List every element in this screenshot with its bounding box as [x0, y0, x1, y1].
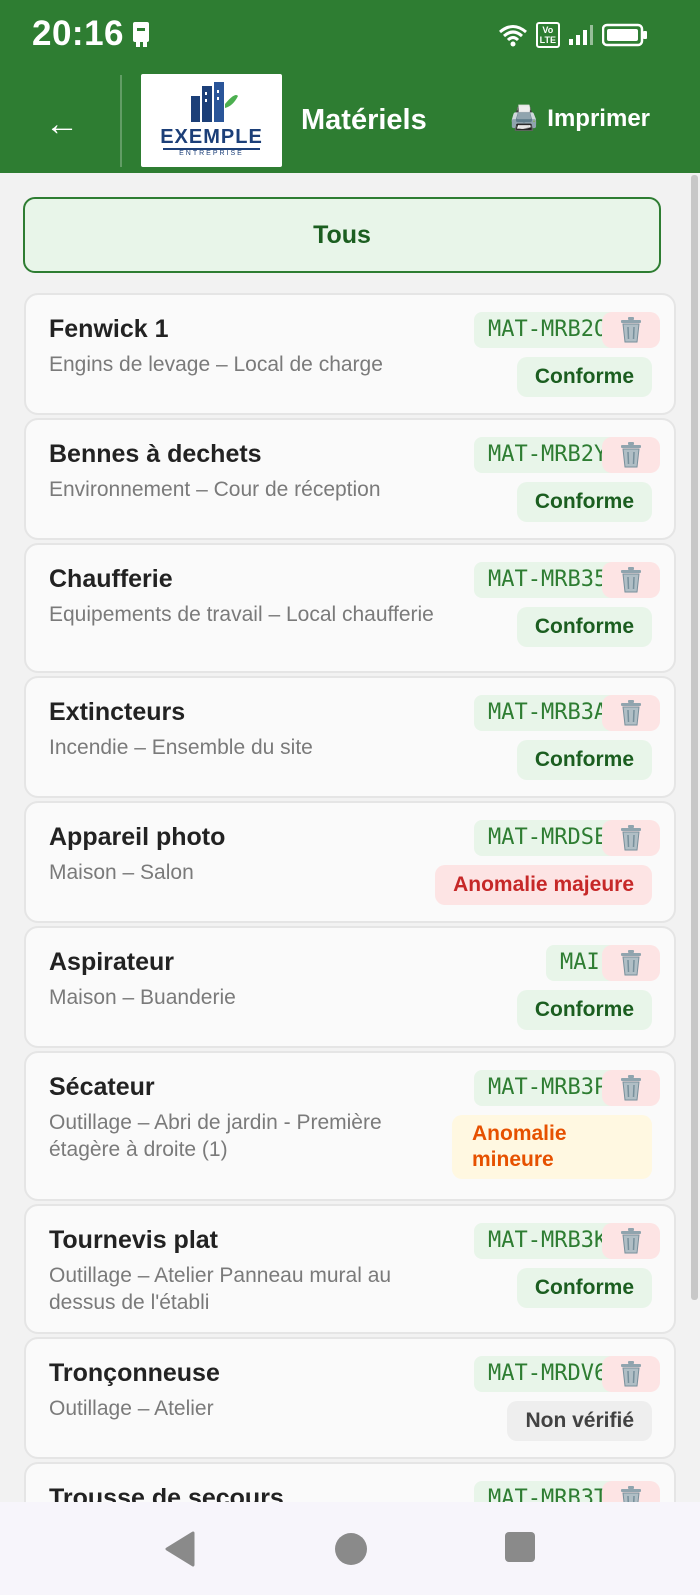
- equipment-category-location: Maison – Salon: [49, 861, 194, 884]
- equipment-card[interactable]: Extincteurs Incendie – Ensemble du site MA…: [24, 676, 676, 798]
- battery-icon: [602, 23, 647, 47]
- delete-button[interactable]: [602, 945, 660, 981]
- app-bar: 20:16 Vo LTE ← EXEMPLE ENTREPRISE Matéri…: [0, 0, 700, 173]
- status-bar: 20:16 Vo LTE: [0, 0, 700, 72]
- delete-button[interactable]: [602, 820, 660, 856]
- equipment-card[interactable]: Fenwick 1 Engins de levage – Local de cha…: [24, 293, 676, 415]
- print-button[interactable]: 🖨️ Imprimer: [509, 104, 650, 133]
- volte-icon: Vo LTE: [535, 22, 560, 48]
- scrollbar[interactable]: [691, 175, 698, 1300]
- signal-icon: [569, 25, 593, 45]
- trash-icon: [621, 1075, 641, 1101]
- delete-button[interactable]: [602, 695, 660, 731]
- equipment-name: Extincteurs: [49, 698, 186, 726]
- notification-icon: [133, 22, 149, 47]
- delete-button[interactable]: [602, 312, 660, 348]
- equipment-name: Appareil photo: [49, 823, 226, 851]
- status-badge: Anomalie majeure: [435, 865, 652, 905]
- print-label: Imprimer: [547, 104, 650, 132]
- delete-button[interactable]: [602, 1356, 660, 1392]
- status-badge: Conforme: [516, 740, 652, 780]
- equipment-category-location: Engins de levage – Local de charge: [49, 353, 383, 376]
- header-divider: [120, 75, 122, 167]
- printer-icon: 🖨️: [509, 105, 540, 132]
- delete-button[interactable]: [602, 1070, 660, 1106]
- status-badge: Conforme: [516, 482, 652, 522]
- nav-recents-icon[interactable]: [504, 1531, 536, 1565]
- trash-icon: [621, 1228, 641, 1254]
- system-icons: Vo LTE: [498, 20, 648, 50]
- logo-subtitle: ENTREPRISE: [179, 150, 244, 157]
- equipment-name: Tronçonneuse: [49, 1359, 220, 1387]
- status-badge: Non vérifié: [507, 1401, 652, 1441]
- status-badge: Anomalie mineure: [452, 1115, 652, 1179]
- equipment-card[interactable]: Chaufferie Equipements de travail – Local…: [24, 543, 676, 673]
- nav-back-icon[interactable]: [163, 1531, 197, 1567]
- page-title: Matériels: [301, 104, 427, 136]
- equipment-name: Sécateur: [49, 1073, 155, 1101]
- equipment-card[interactable]: Bennes à dechets Environnement – Cour de …: [24, 418, 676, 540]
- trash-icon: [621, 567, 641, 593]
- nav-home-icon[interactable]: [333, 1531, 369, 1567]
- equipment-category-location: Outillage – Atelier Panneau mural au des…: [49, 1264, 392, 1314]
- back-button[interactable]: ←: [40, 104, 84, 148]
- company-logo: EXEMPLE ENTREPRISE: [141, 74, 282, 167]
- trash-icon: [621, 825, 641, 851]
- equipment-name: Fenwick 1: [49, 315, 169, 343]
- equipment-name: Aspirateur: [49, 948, 175, 976]
- status-time: 20:16: [32, 14, 125, 53]
- delete-button[interactable]: [602, 437, 660, 473]
- equipment-category-location: Maison – Buanderie: [49, 986, 236, 1009]
- status-badge: Conforme: [516, 357, 652, 397]
- equipment-name: Tournevis plat: [49, 1226, 219, 1254]
- filter-all-button[interactable]: Tous: [23, 197, 661, 273]
- buildings-logo-icon: [191, 82, 238, 122]
- equipment-category-location: Outillage – Atelier: [49, 1397, 214, 1420]
- system-nav-bar: [0, 1502, 700, 1595]
- equipment-card[interactable]: Tournevis plat Outillage – Atelier Pannea…: [24, 1204, 676, 1334]
- trash-icon: [621, 950, 641, 976]
- equipment-category-location: Incendie – Ensemble du site: [49, 736, 313, 759]
- equipment-category-location: Environnement – Cour de réception: [49, 478, 381, 501]
- delete-button[interactable]: [602, 1223, 660, 1259]
- equipment-name: Bennes à dechets: [49, 440, 262, 468]
- status-badge: Conforme: [516, 1268, 652, 1308]
- equipment-category-location: Outillage – Abri de jardin - Première ét…: [49, 1111, 382, 1161]
- wifi-icon: [498, 25, 527, 47]
- logo-name: EXEMPLE: [160, 126, 263, 148]
- equipment-card[interactable]: Sécateur Outillage – Abri de jardin - Pre…: [24, 1051, 676, 1201]
- equipment-category-location: Equipements de travail – Local chaufferi…: [49, 603, 434, 626]
- trash-icon: [621, 442, 641, 468]
- status-badge: Conforme: [516, 607, 652, 647]
- status-badge: Conforme: [516, 990, 652, 1030]
- delete-button[interactable]: [602, 562, 660, 598]
- trash-icon: [621, 317, 641, 343]
- equipment-name: Chaufferie: [49, 565, 173, 593]
- equipment-card[interactable]: Aspirateur Maison – Buanderie MAI-0 Conform…: [24, 926, 676, 1048]
- trash-icon: [621, 1361, 641, 1387]
- equipment-card[interactable]: Appareil photo Maison – Salon MAT-MRDSEC An…: [24, 801, 676, 923]
- trash-icon: [621, 700, 641, 726]
- equipment-card[interactable]: Tronçonneuse Outillage – Atelier MAT-MRDV6…: [24, 1337, 676, 1459]
